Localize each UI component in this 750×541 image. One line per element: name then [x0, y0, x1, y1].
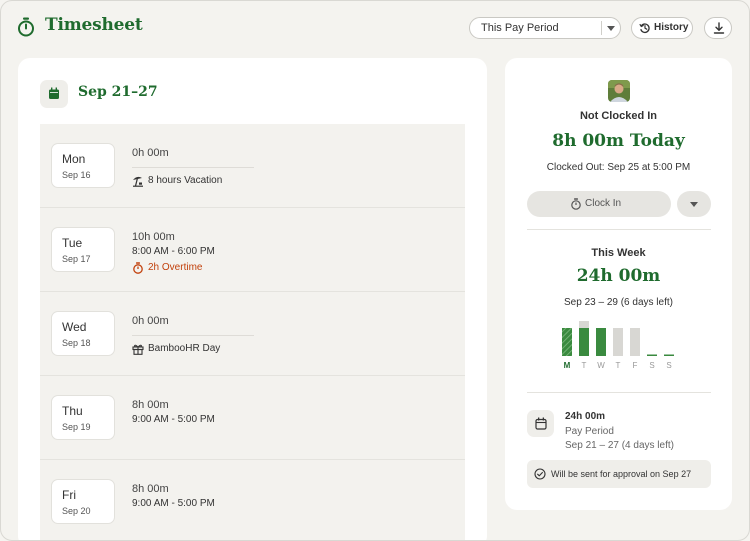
- week-label: This Week: [591, 247, 646, 259]
- day-row-mon[interactable]: Mon Sep 16 0h 00m 8 hours Vacation: [40, 124, 465, 208]
- stopwatch-icon: [571, 198, 581, 210]
- history-button-label: History: [654, 22, 689, 33]
- summary-card: Not Clocked In 8h 00m Today Clocked Out:…: [505, 58, 732, 510]
- week-range-title: Sep 21–27: [78, 84, 158, 100]
- approval-notice: Will be sent for approval on Sep 27: [527, 460, 711, 488]
- clock-in-button[interactable]: Clock In: [527, 191, 671, 217]
- day-time-range: 9:00 AM - 5:00 PM: [132, 498, 215, 509]
- day-name: Wed: [62, 320, 87, 334]
- today-total: 8h 00m Today: [552, 131, 685, 151]
- approval-text: Will be sent for approval on Sep 27: [551, 469, 692, 479]
- day-divider: [132, 335, 254, 336]
- gift-icon: [132, 344, 144, 355]
- day-time-range: 8:00 AM - 6:00 PM: [132, 246, 215, 257]
- planned-bar: [613, 328, 623, 356]
- check-circle-icon: [534, 468, 546, 480]
- timesheet-card: Sep 21–27 Mon Sep 16 0h 00m 8 hours Vaca…: [18, 58, 487, 540]
- day-letter-label: F: [633, 361, 638, 370]
- day-badge: Wed Sep 18: [51, 311, 115, 356]
- day-letter-label: T: [582, 361, 587, 370]
- stopwatch-icon: [133, 262, 143, 274]
- day-date: Sep 18: [62, 338, 91, 348]
- day-note-text: BambooHR Day: [148, 343, 221, 354]
- day-date: Sep 17: [62, 254, 91, 264]
- pay-period-select-value: This Pay Period: [481, 22, 559, 34]
- day-letter-label: W: [597, 361, 605, 370]
- day-letter-label: S: [649, 361, 654, 370]
- day-note: 8 hours Vacation: [132, 175, 223, 187]
- pay-period-select[interactable]: This Pay Period: [469, 17, 621, 39]
- day-date: Sep 16: [62, 170, 91, 180]
- clock-options-button[interactable]: [677, 191, 711, 217]
- day-date: Sep 20: [62, 506, 91, 516]
- day-hours: 0h 00m: [132, 147, 169, 159]
- day-name: Thu: [62, 404, 83, 418]
- overtime-note: 2h Overtime: [132, 262, 203, 274]
- day-letter-label: M: [564, 361, 571, 370]
- day-name: Mon: [62, 152, 86, 166]
- pay-period-label: Pay Period: [565, 426, 614, 437]
- day-note-text: 8 hours Vacation: [148, 175, 223, 186]
- calendar-icon: [49, 87, 59, 99]
- app-title: Timesheet: [45, 15, 143, 35]
- history-icon: [639, 23, 650, 34]
- week-total: 24h 00m: [576, 266, 661, 286]
- day-list: Mon Sep 16 0h 00m 8 hours Vacation Tue S…: [40, 124, 465, 540]
- weekly-hours-chart: MTWTFSS: [562, 321, 674, 370]
- day-row-thu[interactable]: Thu Sep 19 8h 00m 9:00 AM - 5:00 PM: [40, 376, 465, 460]
- day-badge: Mon Sep 16: [51, 143, 115, 188]
- planned-bar: [664, 354, 674, 356]
- download-icon: [713, 22, 725, 34]
- day-letter-label: T: [616, 361, 621, 370]
- overtime-text: 2h Overtime: [148, 262, 203, 273]
- divider: [527, 229, 711, 230]
- clock-status: Not Clocked In: [579, 110, 657, 122]
- day-hours: 8h 00m: [132, 399, 169, 411]
- day-name: Fri: [62, 488, 76, 502]
- day-date: Sep 19: [62, 422, 91, 432]
- day-row-fri[interactable]: Fri Sep 20 8h 00m 9:00 AM - 5:00 PM: [40, 460, 465, 540]
- calendar-icon: [535, 417, 547, 430]
- download-button[interactable]: [704, 17, 732, 39]
- day-name: Tue: [62, 236, 83, 250]
- stopwatch-icon: [18, 17, 34, 37]
- user-photo: [608, 80, 630, 102]
- day-row-tue[interactable]: Tue Sep 17 10h 00m 8:00 AM - 6:00 PM 2h …: [40, 208, 465, 292]
- day-badge: Thu Sep 19: [51, 395, 115, 440]
- day-hours: 10h 00m: [132, 231, 175, 243]
- beach-umbrella-icon: [133, 176, 143, 187]
- pay-period-total: 24h 00m: [565, 411, 606, 422]
- day-hours: 0h 00m: [132, 315, 169, 327]
- app-header: Timesheet This Pay Period History: [1, 1, 749, 55]
- day-row-wed[interactable]: Wed Sep 18 0h 00m BambooHR Day: [40, 292, 465, 376]
- day-note: BambooHR Day: [132, 343, 221, 355]
- avatar[interactable]: [608, 80, 630, 102]
- day-badge: Fri Sep 20: [51, 479, 115, 524]
- calendar-badge: [40, 80, 68, 108]
- clocked-out-text: Clocked Out: Sep 25 at 5:00 PM: [546, 162, 691, 173]
- day-time-range: 9:00 AM - 5:00 PM: [132, 414, 215, 425]
- chevron-down-icon: [607, 26, 615, 31]
- clock-in-label: Clock In: [585, 198, 622, 209]
- week-range: Sep 23 – 29 (6 days left): [564, 297, 673, 308]
- app-window: Timesheet This Pay Period History Sep 21…: [0, 0, 750, 541]
- planned-bar: [647, 354, 657, 356]
- select-divider: [601, 21, 602, 35]
- chevron-down-icon: [690, 202, 698, 207]
- day-letter-label: S: [666, 361, 671, 370]
- worked-bar: [596, 328, 606, 356]
- history-button[interactable]: History: [631, 17, 693, 39]
- day-hours: 8h 00m: [132, 483, 169, 495]
- worked-bar: [562, 328, 572, 356]
- worked-bar: [579, 328, 589, 356]
- day-badge: Tue Sep 17: [51, 227, 115, 272]
- divider: [527, 392, 711, 393]
- pay-period-badge: [527, 410, 554, 437]
- day-divider: [132, 167, 254, 168]
- planned-bar: [630, 328, 640, 356]
- pay-period-range: Sep 21 – 27 (4 days left): [565, 440, 674, 451]
